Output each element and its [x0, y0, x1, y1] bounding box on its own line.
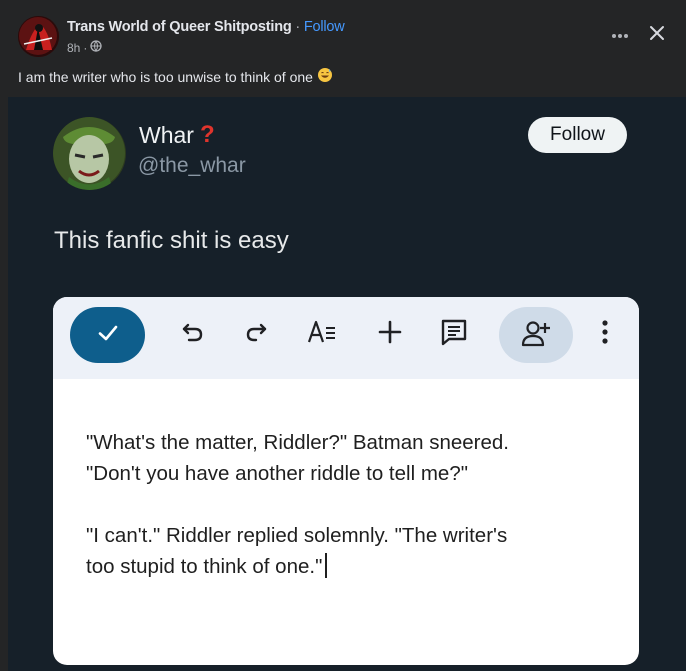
globe-icon — [90, 40, 103, 55]
tweet-display-name-line: Whar ? — [139, 121, 215, 149]
post-caption: I am the writer who is too unwise to thi… — [18, 67, 333, 86]
separator: · — [291, 19, 304, 35]
doc-line: "I can't." Riddler replied solemnly. "Th… — [86, 524, 508, 547]
close-button[interactable] — [643, 21, 671, 49]
tweet-display-name[interactable]: Whar — [139, 122, 194, 149]
doc-line-text: too stupid to think of one." — [86, 555, 323, 578]
undo-icon — [180, 319, 206, 350]
close-icon — [649, 25, 665, 46]
text-format-icon — [307, 318, 337, 351]
undo-button[interactable] — [176, 317, 210, 351]
redo-button[interactable] — [239, 317, 273, 351]
page-name-line: Trans World of Queer Shitposting · Follo… — [67, 19, 345, 35]
more-vertical-icon — [601, 319, 609, 350]
redo-icon — [243, 319, 269, 350]
done-button[interactable] — [70, 307, 145, 363]
follow-page-link[interactable]: Follow — [304, 19, 345, 35]
more-options-button[interactable] — [605, 21, 635, 49]
grinning-sweat-emoji-icon — [317, 67, 333, 86]
facebook-post: Trans World of Queer Shitposting · Follo… — [0, 0, 686, 671]
page-name[interactable]: Trans World of Queer Shitposting — [67, 19, 292, 35]
more-horizontal-icon — [611, 26, 629, 44]
text-format-button[interactable] — [305, 317, 339, 351]
tweet-avatar[interactable] — [53, 117, 126, 190]
post-header: Trans World of Queer Shitposting · Follo… — [0, 0, 686, 97]
post-time[interactable]: 8h — [67, 41, 80, 55]
meta-separator: · — [83, 40, 88, 55]
document-card: "What's the matter, Riddler?" Batman sne… — [53, 297, 639, 665]
post-meta: 8h · — [67, 40, 103, 55]
comment-icon — [440, 318, 468, 351]
page-avatar[interactable] — [18, 16, 59, 57]
tweet-follow-button[interactable]: Follow — [528, 117, 627, 153]
doc-line: "What's the matter, Riddler?" Batman sne… — [86, 431, 509, 454]
caption-text: I am the writer who is too unwise to thi… — [18, 68, 313, 85]
doc-toolbar — [53, 297, 639, 379]
more-menu-button[interactable] — [588, 317, 622, 351]
insert-button[interactable] — [373, 317, 407, 351]
tweet-text: This fanfic shit is easy — [54, 227, 289, 254]
share-icon — [521, 319, 551, 352]
post-image[interactable]: Whar ? @the_whar Follow This fanfic shit… — [8, 97, 686, 671]
comment-button[interactable] — [437, 317, 471, 351]
document-text[interactable]: "What's the matter, Riddler?" Batman sne… — [86, 427, 606, 582]
doc-line: too stupid to think of one." — [86, 551, 606, 582]
question-mark-emoji-icon: ? — [199, 121, 215, 148]
doc-line: "Don't you have another riddle to tell m… — [86, 462, 468, 485]
check-icon — [96, 321, 120, 350]
insert-icon — [377, 319, 403, 350]
share-button[interactable] — [499, 307, 573, 363]
tweet-handle[interactable]: @the_whar — [138, 154, 246, 178]
text-cursor — [325, 553, 328, 578]
